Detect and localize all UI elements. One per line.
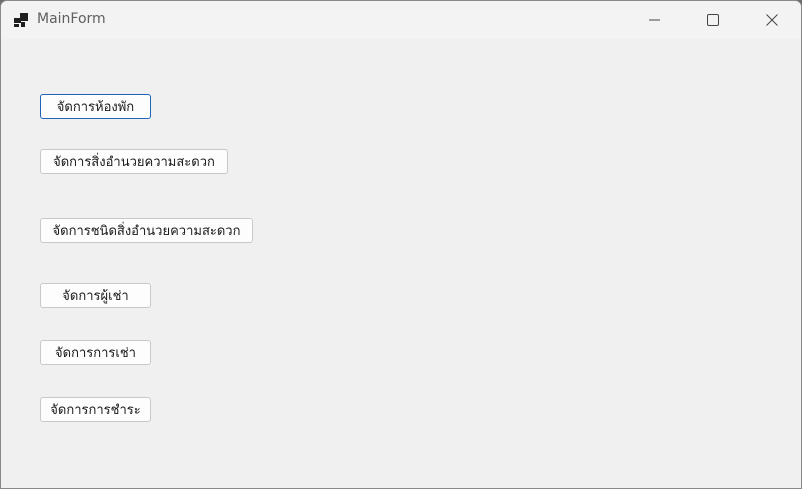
manage-rentals-button[interactable]: จัดการการเช่า xyxy=(40,340,151,365)
main-window: MainForm จัดการห้องพัก จัดการสิ่งอำนวยคว… xyxy=(0,0,802,489)
app-icon xyxy=(13,12,29,28)
manage-payments-button[interactable]: จัดการการชำระ xyxy=(40,397,151,422)
close-button[interactable] xyxy=(743,1,801,39)
maximize-icon xyxy=(707,14,719,26)
minimize-button[interactable] xyxy=(626,1,684,39)
title-bar[interactable]: MainForm xyxy=(1,1,801,39)
manage-facility-types-button[interactable]: จัดการชนิดสิ่งอำนวยความสะดวก xyxy=(40,218,253,243)
close-icon xyxy=(766,14,778,26)
manage-rooms-button[interactable]: จัดการห้องพัก xyxy=(40,94,151,119)
form-client-area: จัดการห้องพัก จัดการสิ่งอำนวยความสะดวก จ… xyxy=(1,39,801,488)
maximize-button[interactable] xyxy=(684,1,742,39)
minimize-icon xyxy=(649,14,661,26)
manage-facilities-button[interactable]: จัดการสิ่งอำนวยความสะดวก xyxy=(40,149,228,174)
window-title: MainForm xyxy=(37,11,106,27)
manage-tenants-button[interactable]: จัดการผู้เช่า xyxy=(40,283,151,308)
